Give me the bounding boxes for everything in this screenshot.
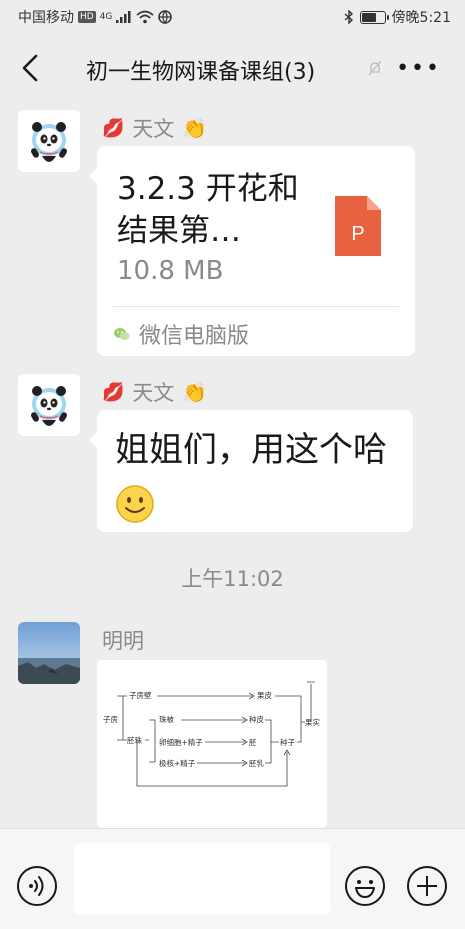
emoji-button[interactable]	[344, 865, 386, 907]
label-peiru: 胚乳	[249, 758, 264, 768]
globe-icon	[158, 10, 173, 24]
voice-button[interactable]	[16, 865, 58, 907]
chat-title: 初一生物网课备课组(3)	[86, 60, 316, 85]
plus-circle-icon	[407, 866, 447, 906]
label-pei: 胚	[249, 738, 257, 747]
image-message[interactable]: 子房 子房壁 果皮 果实 胚珠 珠被 种皮 卵细胞+精子 胚 极核+精子 胚乳 …	[97, 660, 327, 828]
panda-avatar-icon	[18, 374, 80, 436]
lips-emoji: 💋	[102, 117, 125, 139]
chat-header: 初一生物网课备课组(3) •••	[0, 34, 465, 104]
file-size: 10.8 MB	[117, 256, 224, 286]
avatar[interactable]	[18, 622, 80, 684]
sender-name: 💋 天文 👏	[102, 113, 207, 143]
ppt-file-icon: P	[335, 196, 381, 256]
wechat-icon	[114, 328, 130, 340]
diagram-image: 子房 子房壁 果皮 果实 胚珠 珠被 种皮 卵细胞+精子 胚 极核+精子 胚乳 …	[103, 681, 320, 787]
battery-fill	[361, 12, 377, 22]
sender-name: 💋 天文 👏	[102, 377, 207, 407]
clap-emoji: 👏	[182, 380, 208, 404]
label-peizhu: 胚珠	[127, 735, 142, 745]
lips-emoji: 💋	[102, 381, 125, 403]
status-time: 傍晚5:21	[391, 10, 451, 26]
input-bar	[0, 828, 465, 929]
file-source-label: 微信电脑版	[139, 324, 250, 349]
label-zifangbi: 子房壁	[129, 690, 152, 700]
avatar[interactable]	[18, 110, 80, 172]
label-guopi: 果皮	[257, 690, 272, 700]
file-message-bubble[interactable]: 3.2.3 开花和结果第… 10.8 MB P 微信电脑版	[89, 146, 415, 356]
label-guoshi: 果实	[305, 717, 320, 727]
panda-avatar-icon	[18, 110, 80, 172]
carrier-label: 中国移动	[18, 10, 74, 26]
clap-emoji: 👏	[182, 116, 208, 140]
avatar[interactable]	[18, 374, 80, 436]
status-bar: 中国移动 HD 4G 傍晚5:21	[0, 0, 465, 34]
bluetooth-icon	[344, 10, 353, 24]
message-text: 姐姐们，用这个哈	[115, 430, 387, 470]
ppt-letter: P	[351, 223, 364, 245]
text-message-bubble[interactable]: 姐姐们，用这个哈	[89, 410, 413, 532]
file-source: 微信电脑版	[113, 318, 249, 350]
wifi-icon	[136, 10, 154, 24]
label-zhubei: 珠被	[159, 714, 174, 724]
sender-label: 明明	[102, 629, 144, 653]
chevron-left-icon	[22, 54, 38, 82]
message-input[interactable]	[74, 843, 330, 915]
timestamp-divider: 上午11:02	[181, 567, 284, 591]
status-right: 傍晚5:21	[344, 7, 451, 27]
label-zifang: 子房	[103, 714, 118, 724]
divider	[113, 306, 399, 307]
voice-icon	[17, 866, 57, 906]
more-functions-button[interactable]	[406, 865, 448, 907]
battery-icon	[359, 10, 389, 24]
label-zhongpi: 种皮	[249, 714, 264, 724]
smile-emoji-icon	[116, 484, 154, 523]
message-text-block: 姐姐们，用这个哈	[115, 424, 387, 528]
sender-name: 明明	[102, 625, 144, 655]
muted-icon	[368, 60, 382, 76]
label-jihe: 极核+精子	[159, 758, 196, 768]
landscape-avatar-icon	[18, 622, 80, 684]
sender-label: 天文	[132, 381, 175, 405]
more-button[interactable]: •••	[396, 56, 441, 81]
sender-label: 天文	[132, 117, 175, 141]
emoji-icon	[345, 866, 385, 906]
hd-badge: HD	[78, 11, 96, 23]
label-zhongzi: 种子	[280, 737, 295, 747]
signal-icon	[116, 11, 131, 23]
signal-type: 4G	[99, 12, 113, 22]
file-name: 3.2.3 开花和结果第…	[117, 171, 299, 249]
label-luanxibao: 卵细胞+精子	[159, 737, 203, 747]
back-button[interactable]	[14, 50, 50, 86]
status-left: 中国移动 HD 4G	[18, 7, 173, 27]
